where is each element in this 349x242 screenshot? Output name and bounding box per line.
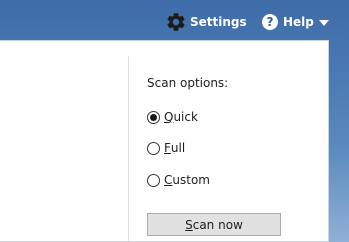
settings-label: Settings [190, 15, 247, 29]
radio-button-custom[interactable] [147, 173, 160, 187]
help-button[interactable]: ? Help [262, 12, 329, 32]
gear-icon [167, 13, 185, 31]
radio-selected-dot [150, 113, 157, 121]
radio-quick[interactable]: Quick [147, 110, 198, 124]
main-content-pane: Scan options: Quick Full Custom Scan now [0, 40, 329, 242]
chevron-down-icon [318, 20, 329, 26]
radio-full[interactable]: Full [147, 141, 185, 155]
scan-now-button[interactable]: Scan now [147, 213, 281, 236]
app-window: Settings ? Help Scan options: Quick Full… [0, 0, 349, 242]
top-bar: Settings ? Help [0, 0, 349, 42]
scan-options-title: Scan options: [147, 76, 229, 90]
radio-button-full[interactable] [147, 141, 160, 155]
scan-options-panel: Scan options: Quick Full Custom Scan now [128, 56, 328, 242]
settings-button[interactable]: Settings [165, 12, 247, 32]
radio-button-quick[interactable] [147, 110, 160, 124]
radio-full-label: Full [164, 141, 186, 155]
radio-custom-label: Custom [164, 173, 210, 187]
radio-quick-label: Quick [164, 110, 198, 124]
question-icon: ? [262, 14, 278, 30]
help-label: Help [283, 15, 314, 29]
radio-custom[interactable]: Custom [147, 173, 210, 187]
